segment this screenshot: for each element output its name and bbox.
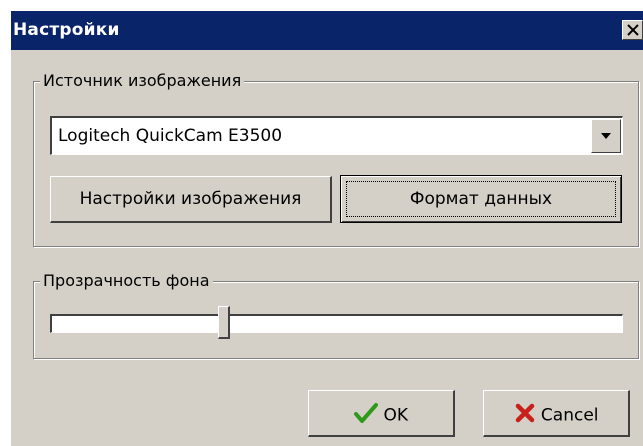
combo-dropdown-button[interactable] <box>591 119 621 153</box>
dialog-title: Настройки <box>13 20 120 40</box>
data-format-button[interactable]: Формат данных <box>340 175 622 223</box>
ok-button-label: OK <box>383 405 408 426</box>
title-bar[interactable]: Настройки <box>11 11 643 50</box>
transparency-slider-thumb[interactable] <box>218 306 230 339</box>
device-select[interactable]: Logitech QuickCam E3500 <box>50 116 623 155</box>
image-settings-button[interactable]: Настройки изображения <box>50 176 332 223</box>
settings-dialog: Настройки Источник изображения Logitech … <box>11 11 643 446</box>
image-settings-button-label: Настройки изображения <box>79 189 302 209</box>
image-source-group-label: Источник изображения <box>40 70 245 92</box>
close-icon <box>627 24 639 36</box>
focus-indicator <box>346 181 616 217</box>
selected-device: Logitech QuickCam E3500 <box>58 126 283 146</box>
transparency-slider-track[interactable] <box>50 314 623 333</box>
cancel-button[interactable]: Cancel <box>483 390 630 437</box>
ok-button[interactable]: OK <box>308 390 455 437</box>
check-icon <box>354 402 379 429</box>
close-button[interactable] <box>622 20 643 40</box>
transparency-group-label: Прозрачность фона <box>40 270 213 292</box>
cross-icon <box>514 402 536 429</box>
dropdown-arrow-icon <box>601 133 611 139</box>
cancel-button-label: Cancel <box>540 405 599 426</box>
